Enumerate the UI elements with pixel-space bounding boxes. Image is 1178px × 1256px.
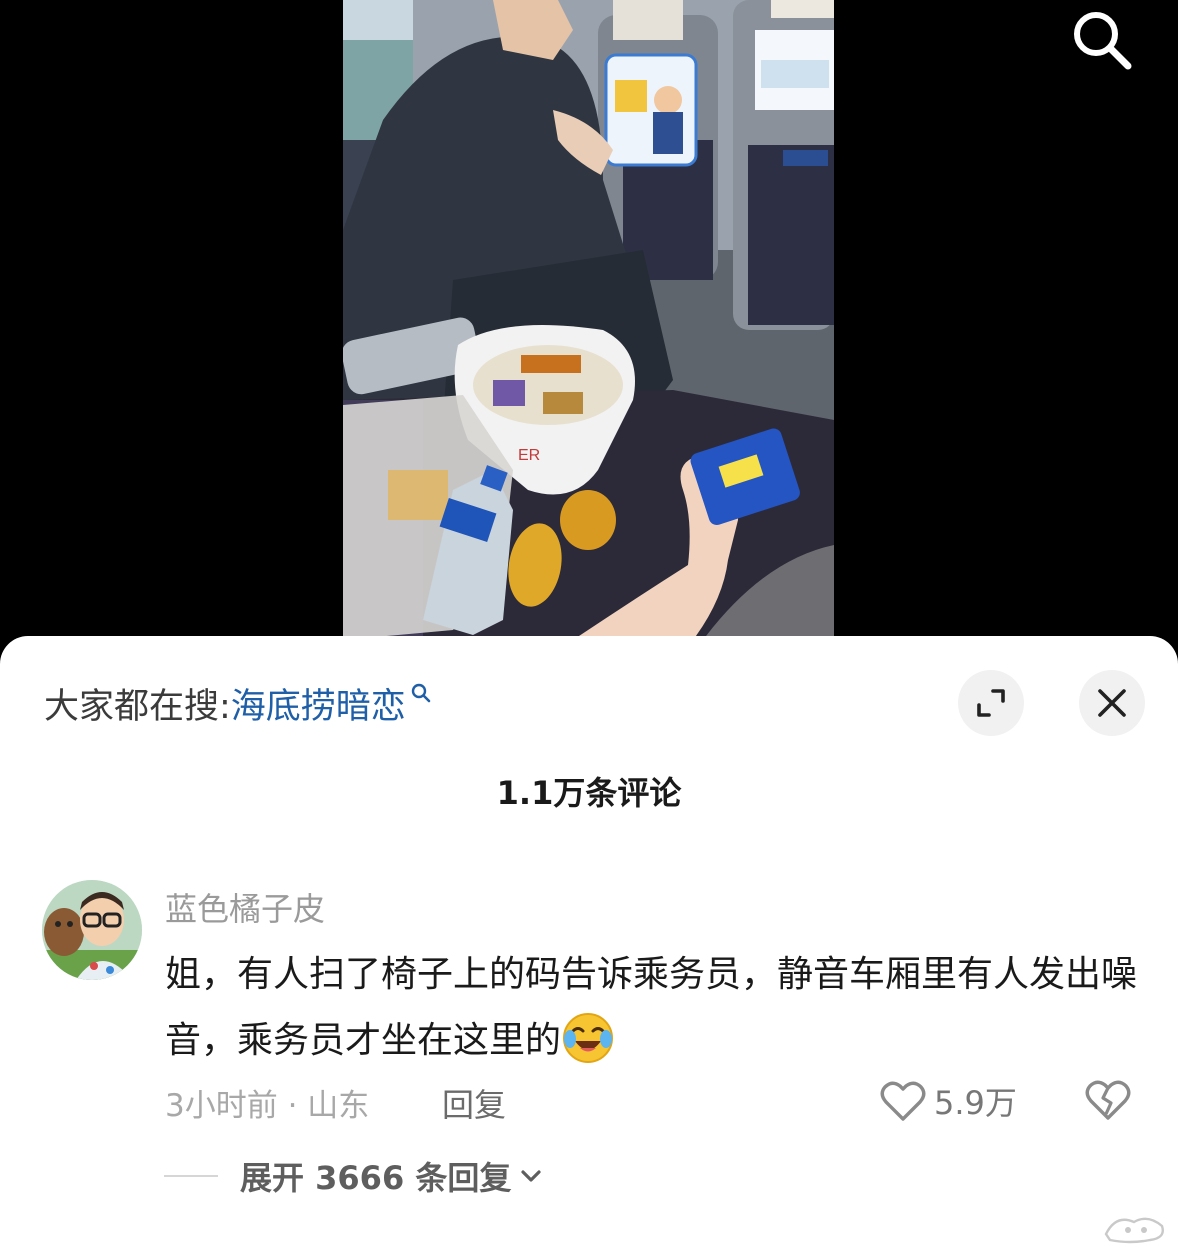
comment-meta: 3小时前 · 山东: [165, 1088, 370, 1124]
hot-search-prefix: 大家都在搜:: [44, 686, 231, 727]
expand-icon: [977, 689, 1005, 717]
search-button[interactable]: [1068, 6, 1134, 72]
svg-text:ER: ER: [518, 447, 540, 464]
hot-search-bar[interactable]: 大家都在搜: 海底捞暗恋: [44, 678, 432, 729]
dislike-button[interactable]: [1084, 1078, 1132, 1124]
search-icon: [410, 673, 432, 713]
reply-button[interactable]: 回复: [442, 1080, 506, 1126]
comment-count-title: 1.1万条评论: [496, 774, 682, 812]
comment-body[interactable]: 姐，有人扫了椅子上的码告诉乘务员，静音车厢里有人发出噪音，乘务员才坐在这里的: [165, 942, 1140, 1074]
broken-heart-icon: [1085, 1080, 1131, 1120]
heart-outline-icon: [880, 1081, 926, 1121]
expand-replies-button[interactable]: 展开 3666 条回复: [164, 1154, 543, 1198]
close-icon: [1098, 689, 1126, 717]
hot-search-term[interactable]: 海底捞暗恋: [231, 678, 406, 729]
video-frame[interactable]: ER: [343, 0, 834, 640]
like-count: 5.9万: [934, 1084, 1017, 1122]
like-button[interactable]: 5.9万: [880, 1078, 1017, 1124]
video-still-image: ER: [343, 0, 834, 640]
divider-line: [164, 1175, 218, 1177]
close-button[interactable]: [1079, 670, 1145, 736]
video-player[interactable]: ER: [0, 0, 1178, 640]
comment-text: 姐，有人扫了椅子上的码告诉乘务员，静音车厢里有人发出噪音，乘务员才坐在这里的: [165, 954, 1138, 1061]
expand-replies-label: 展开 3666 条回复: [240, 1159, 512, 1197]
watermark-logo: [1104, 1217, 1164, 1244]
chevron-down-icon: [521, 1170, 541, 1182]
avatar[interactable]: [42, 880, 142, 980]
crying-laughing-emoji-icon: [561, 1011, 615, 1065]
search-icon: [1074, 12, 1132, 70]
comment-username[interactable]: 蓝色橘子皮: [165, 884, 325, 930]
avatar-image: [42, 880, 142, 980]
expand-button[interactable]: [958, 670, 1024, 736]
